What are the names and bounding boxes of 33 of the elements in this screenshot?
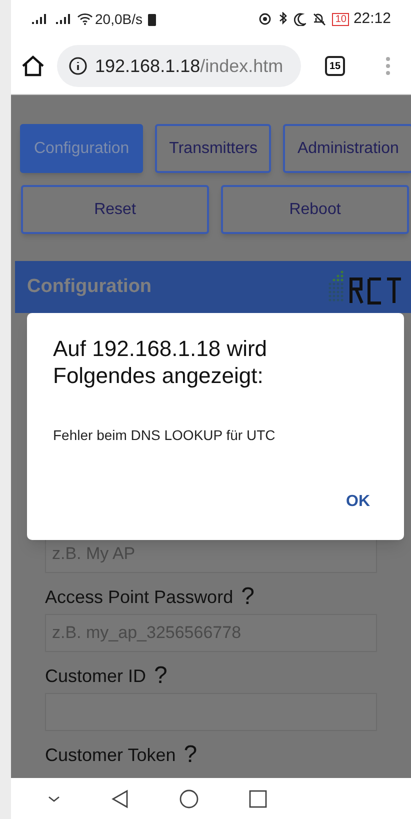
home-circle-icon[interactable] xyxy=(179,788,199,808)
address-bar[interactable]: 192.168.1.18/index.htm xyxy=(57,45,301,87)
nav-tab[interactable]: Administration xyxy=(283,124,411,173)
action-button[interactable]: Reset xyxy=(21,185,209,234)
url-text: 192.168.1.18/index.htm xyxy=(95,54,284,78)
recents-icon[interactable] xyxy=(249,790,267,808)
bluetooth-icon xyxy=(278,12,288,26)
eye-icon xyxy=(258,12,272,26)
field-label: Customer Token xyxy=(45,744,176,767)
dialog-title: Auf 192.168.1.18 wird Folgendes angezeigt: xyxy=(53,335,268,389)
bell-off-icon xyxy=(312,12,326,26)
nav-tab[interactable]: Transmitters xyxy=(155,124,272,173)
dialog-message: Fehler beim DNS LOOKUP für UTC xyxy=(53,426,276,445)
ok-button[interactable]: OK xyxy=(340,486,376,518)
field-label: Access Point Password xyxy=(45,586,234,609)
battery-icon: 10 xyxy=(332,12,350,26)
home-icon[interactable] xyxy=(21,55,45,77)
nav-tab[interactable]: Configuration xyxy=(20,124,144,173)
tab-count[interactable]: 15 xyxy=(325,56,345,76)
chevron-down-icon[interactable] xyxy=(47,794,61,804)
back-icon[interactable] xyxy=(111,788,129,808)
battery-saver-icon xyxy=(148,12,156,26)
network-speed: 20,0B/s xyxy=(95,10,142,28)
help-mark[interactable]: ? xyxy=(184,743,198,767)
action-button[interactable]: Reboot xyxy=(221,185,409,234)
moon-icon xyxy=(294,12,306,26)
info-icon xyxy=(69,57,87,75)
wifi-icon xyxy=(77,13,93,25)
field-label: Customer ID xyxy=(45,665,146,688)
help-mark[interactable]: ? xyxy=(241,585,254,609)
section-header: Configuration xyxy=(15,261,411,313)
clock: 22:12 xyxy=(353,8,391,29)
help-mark[interactable]: ? xyxy=(154,664,168,688)
